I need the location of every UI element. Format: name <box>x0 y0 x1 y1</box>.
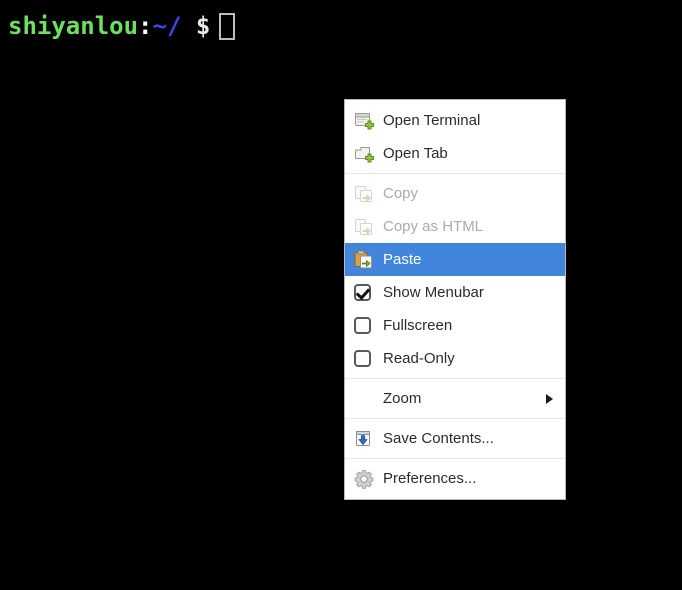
menu-item-label: Copy as HTML <box>383 218 484 235</box>
block-cursor-icon <box>219 13 236 40</box>
menu-item-label: Read-Only <box>383 350 455 367</box>
prompt-colon: : <box>138 12 153 40</box>
menu-item-label: Zoom <box>383 390 422 407</box>
menu-item-label: Open Tab <box>383 145 448 162</box>
menu-item-label: Show Menubar <box>383 284 484 301</box>
save-icon <box>354 428 380 450</box>
menu-item-show-menubar[interactable]: Show Menubar <box>345 276 565 309</box>
menu-item-open-tab[interactable]: Open Tab <box>345 137 565 170</box>
terminal-context-menu[interactable]: Open Terminal Open Tab Copy Copy as HTML… <box>344 99 566 500</box>
menu-item-paste[interactable]: Paste <box>345 243 565 276</box>
new-terminal-icon <box>354 110 380 132</box>
menu-item-label: Copy <box>383 185 419 202</box>
show-menubar-checkbox[interactable] <box>354 284 371 301</box>
prompt-username: shiyanlou <box>8 12 139 40</box>
terminal-window[interactable]: shiyanlou:~/ $ <box>0 0 682 590</box>
prompt-path: ~/ <box>152 12 182 40</box>
submenu-arrow-icon <box>546 393 553 404</box>
menu-item-fullscreen[interactable]: Fullscreen <box>345 309 565 342</box>
copy-html-icon <box>354 216 380 238</box>
menu-item-zoom[interactable]: Zoom <box>345 382 565 415</box>
paste-icon <box>354 249 380 271</box>
read-only-checkbox[interactable] <box>354 350 371 367</box>
zoom-icon-spacer <box>354 388 380 410</box>
menu-item-label: Preferences... <box>383 470 477 487</box>
checkbox-checked-icon[interactable] <box>354 282 380 304</box>
menu-item-read-only[interactable]: Read-Only <box>345 342 565 375</box>
prompt-dollar: $ <box>195 12 211 40</box>
shell-prompt: shiyanlou:~/ $ <box>8 11 236 41</box>
menu-item-preferences[interactable]: Preferences... <box>345 462 565 495</box>
menu-item-label: Fullscreen <box>383 317 453 334</box>
menu-item-label: Paste <box>383 251 422 268</box>
menu-separator-4 <box>345 458 565 459</box>
menu-item-copy-as-html[interactable]: Copy as HTML <box>345 210 565 243</box>
menu-item-open-terminal[interactable]: Open Terminal <box>345 104 565 137</box>
menu-separator-1 <box>345 173 565 174</box>
menu-item-label: Open Terminal <box>383 112 481 129</box>
menu-separator-2 <box>345 378 565 379</box>
gear-icon <box>354 468 380 490</box>
menu-item-save-contents[interactable]: Save Contents... <box>345 422 565 455</box>
copy-icon <box>354 183 380 205</box>
checkbox-unchecked-icon[interactable] <box>354 315 380 337</box>
menu-separator-3 <box>345 418 565 419</box>
new-tab-icon <box>354 143 380 165</box>
menu-item-copy[interactable]: Copy <box>345 177 565 210</box>
menu-item-label: Save Contents... <box>383 430 494 447</box>
checkbox-unchecked-icon[interactable] <box>354 348 380 370</box>
fullscreen-checkbox[interactable] <box>354 317 371 334</box>
